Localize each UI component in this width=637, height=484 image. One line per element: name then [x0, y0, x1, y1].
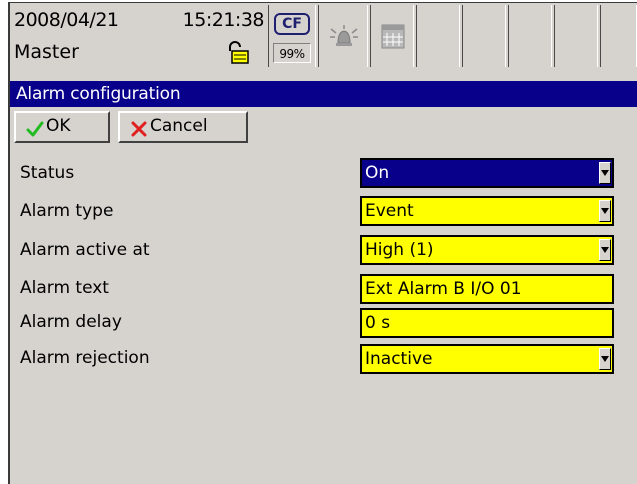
datetime-panel: 2008/04/21 15:21:38 Master — [12, 5, 266, 67]
alarm-rejection-value: Inactive — [365, 349, 433, 369]
chevron-down-icon — [599, 348, 611, 370]
status-slot-2 — [462, 5, 506, 67]
chevron-down-icon — [599, 200, 611, 222]
lock-icon — [224, 41, 250, 65]
device-screen: 2008/04/21 15:21:38 Master CF 99% Alarm … — [8, 2, 637, 484]
ok-button[interactable]: OK — [14, 111, 110, 143]
status-value: On — [365, 163, 390, 183]
dialog-title: Alarm configuration — [10, 81, 637, 107]
cancel-button-label: Cancel — [150, 116, 208, 136]
status-slot-4 — [554, 5, 598, 67]
cf-card-icon: CF — [274, 13, 310, 35]
alarm-rejection-label: Alarm rejection — [20, 348, 150, 368]
alarm-type-label: Alarm type — [20, 201, 114, 221]
alarm-delay-label: Alarm delay — [20, 312, 122, 332]
cancel-button[interactable]: Cancel — [118, 111, 248, 143]
time-display: 15:21:38 — [182, 9, 265, 31]
checkmark-icon — [26, 119, 44, 136]
alarm-status-cell[interactable] — [318, 5, 368, 67]
alarm-type-value: Event — [365, 201, 414, 221]
cf-usage-percent: 99% — [273, 43, 311, 63]
status-label: Status — [20, 163, 75, 183]
user-name: Master — [14, 41, 79, 63]
date-display: 2008/04/21 — [14, 9, 119, 31]
calendar-icon — [380, 22, 406, 50]
alarm-rejection-dropdown[interactable]: Inactive — [360, 344, 614, 374]
alarm-active-at-value: High (1) — [365, 240, 434, 260]
status-slot-1 — [416, 5, 460, 67]
ok-button-label: OK — [46, 116, 71, 136]
calendar-status-cell[interactable] — [370, 5, 414, 67]
alarm-type-dropdown[interactable]: Event — [360, 196, 614, 226]
status-bar: 2008/04/21 15:21:38 Master CF 99% — [10, 3, 637, 71]
alarm-delay-field[interactable]: 0 s — [360, 308, 614, 338]
alarm-delay-value: 0 s — [365, 313, 391, 333]
alarm-text-label: Alarm text — [20, 278, 109, 298]
close-icon — [130, 119, 148, 136]
alarm-text-field[interactable]: Ext Alarm B I/O 01 — [360, 274, 614, 304]
status-slot-3 — [508, 5, 552, 67]
cf-card-status: CF 99% — [268, 5, 316, 67]
alarm-text-value: Ext Alarm B I/O 01 — [365, 279, 522, 299]
alarm-bell-icon — [327, 23, 361, 51]
alarm-active-at-dropdown[interactable]: High (1) — [360, 235, 614, 265]
status-dropdown[interactable]: On — [360, 158, 614, 188]
alarm-active-at-label: Alarm active at — [20, 240, 150, 260]
status-slot-5 — [600, 5, 637, 67]
chevron-down-icon — [599, 239, 611, 261]
chevron-down-icon — [599, 162, 611, 184]
